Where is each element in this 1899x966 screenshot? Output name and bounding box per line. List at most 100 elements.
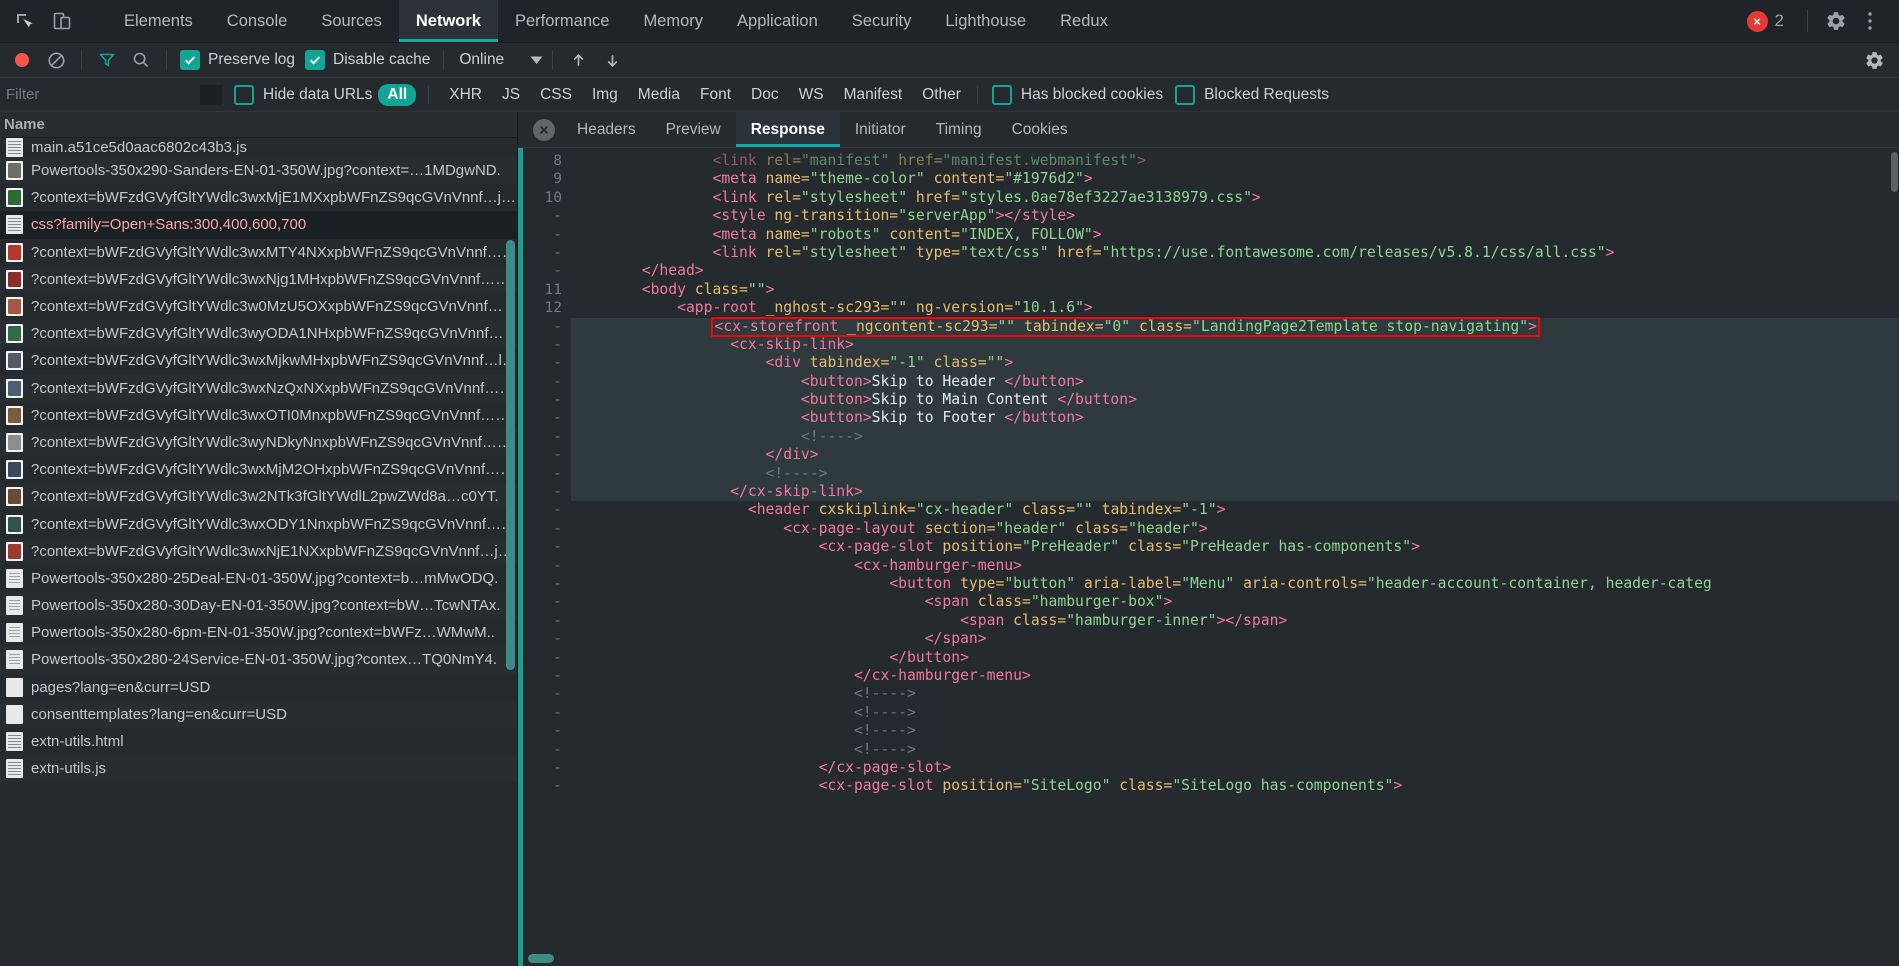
tab-elements[interactable]: Elements [107,0,210,42]
tab-network[interactable]: Network [398,0,499,42]
code-line[interactable]: <span class="hamburger-box"> [571,593,1899,611]
preserve-log-checkbox[interactable]: Preserve log [176,50,299,70]
network-settings-gear-icon[interactable] [1859,45,1889,75]
filter-type-js[interactable]: JS [494,84,528,106]
clear-button[interactable] [40,45,72,75]
filter-type-ws[interactable]: WS [791,84,832,106]
hide-data-urls-checkbox[interactable]: Hide data URLs [228,84,378,105]
response-source-code[interactable]: <link rel="manifest" href="manifest.webm… [571,148,1899,966]
request-row[interactable]: ?context=bWFzdGVyfGltYWdlc3wxNzQxNXxpbWF… [0,374,517,402]
close-detail-button[interactable] [526,112,562,147]
disable-cache-checkbox[interactable]: Disable cache [301,50,434,70]
code-line[interactable]: <meta name="robots" content="INDEX, FOLL… [571,226,1899,244]
request-row[interactable]: ?context=bWFzdGVyfGltYWdlc3wxNjE1NXxpbWF… [0,537,517,565]
code-line[interactable]: <link rel="manifest" href="manifest.webm… [571,152,1899,170]
code-line[interactable]: <cx-skip-link> [571,335,1899,355]
detail-tab-initiator[interactable]: Initiator [840,112,921,147]
request-row[interactable]: ?context=bWFzdGVyfGltYWdlc3w0MzU5OXxpbWF… [0,292,517,321]
code-line[interactable]: <meta name="theme-color" content="#1976d… [571,170,1899,188]
code-line[interactable]: <cx-page-layout section="header" class="… [571,520,1899,538]
request-row[interactable]: Powertools-350x280-24Service-EN-01-350W.… [0,646,517,674]
export-har-icon[interactable] [596,45,628,75]
code-line[interactable]: <app-root _nghost-sc293="" ng-version="1… [571,299,1899,317]
filter-type-all[interactable]: All [378,83,417,106]
request-row[interactable]: main.a51ce5d0aac6802c43b3.js [0,138,517,157]
detail-tab-headers[interactable]: Headers [562,112,651,147]
request-row[interactable]: Powertools-350x290-Sanders-EN-01-350W.jp… [0,157,517,185]
code-line[interactable]: <!----> [571,427,1899,447]
request-row[interactable]: Powertools-350x280-6pm-EN-01-350W.jpg?co… [0,619,517,647]
tab-console[interactable]: Console [210,0,305,42]
code-line[interactable]: </head> [571,262,1899,280]
detail-tab-timing[interactable]: Timing [921,112,997,147]
code-line[interactable]: <cx-storefront _ngcontent-sc293="" tabin… [571,316,1899,337]
code-line[interactable]: <style ng-transition="serverApp"></style… [571,207,1899,225]
tab-performance[interactable]: Performance [498,0,626,42]
tab-memory[interactable]: Memory [626,0,720,42]
code-line[interactable]: <!----> [571,704,1899,722]
code-line[interactable]: </cx-page-slot> [571,759,1899,777]
request-row[interactable]: ?context=bWFzdGVyfGltYWdlc3wxMjE1MXxpbWF… [0,184,517,212]
filter-input[interactable] [0,77,196,112]
request-row[interactable]: ?context=bWFzdGVyfGltYWdlc3wxODY1NnxpbWF… [0,510,517,538]
code-horizontal-scrollbar[interactable] [528,954,554,963]
request-row[interactable]: ?context=bWFzdGVyfGltYWdlc3w2NTk3fGltYWd… [0,483,517,511]
code-line[interactable]: <!----> [571,741,1899,759]
filter-type-css[interactable]: CSS [532,84,580,106]
detail-tab-preview[interactable]: Preview [651,112,736,147]
more-options-icon[interactable] [1855,6,1885,36]
tab-lighthouse[interactable]: Lighthouse [928,0,1043,42]
request-row[interactable]: ?context=bWFzdGVyfGltYWdlc3wyODA1NHxpbWF… [0,320,517,348]
gear-icon[interactable] [1821,6,1851,36]
code-line[interactable]: <link rel="stylesheet" type="text/css" h… [571,244,1899,262]
code-line[interactable]: <button>Skip to Header </button> [571,372,1899,392]
code-line[interactable]: <!----> [571,685,1899,703]
throttling-select[interactable]: Online [453,51,543,69]
request-row[interactable]: pages?lang=en&curr=USD [0,673,517,701]
request-row[interactable]: css?family=Open+Sans:300,400,600,700 [0,211,517,239]
blocked-requests-checkbox[interactable]: Blocked Requests [1169,84,1335,105]
code-line[interactable]: <link rel="stylesheet" href="styles.0ae7… [571,189,1899,207]
code-line[interactable]: </cx-hamburger-menu> [571,667,1899,685]
error-count-badge[interactable]: × 2 [1737,10,1794,32]
filter-type-xhr[interactable]: XHR [441,84,490,106]
has-blocked-cookies-checkbox[interactable]: Has blocked cookies [986,84,1169,105]
code-line[interactable]: <div tabindex="-1" class=""> [571,354,1899,373]
request-row[interactable]: ?context=bWFzdGVyfGltYWdlc3wxOTI0MnxpbWF… [0,401,517,429]
code-vertical-scrollbar[interactable] [1891,152,1898,192]
code-line[interactable]: </button> [571,649,1899,667]
code-line[interactable]: <cx-page-slot position="SiteLogo" class=… [571,777,1899,795]
device-toolbar-icon[interactable] [48,7,76,35]
tab-security[interactable]: Security [835,0,929,42]
detail-tab-cookies[interactable]: Cookies [997,112,1083,147]
inspect-element-icon[interactable] [10,7,38,35]
code-line[interactable]: </cx-skip-link> [571,483,1899,502]
search-icon[interactable] [125,45,157,75]
request-row[interactable]: ?context=bWFzdGVyfGltYWdlc3wxMjkwMHxpbWF… [0,347,517,375]
request-row[interactable]: ?context=bWFzdGVyfGltYWdlc3wxMTY4NXxpbWF… [0,238,517,266]
import-har-icon[interactable] [562,45,594,75]
response-code-viewer[interactable]: 8 9 10- - - -11 12- - - - - - - - - - - - - - - - - - - - - - - - - - <… [518,148,1899,966]
record-button[interactable] [6,45,38,75]
code-line[interactable]: <header cxskiplink="cx-header" class="" … [571,501,1899,519]
code-line[interactable]: <button type="button" aria-label="Menu" … [571,575,1899,593]
filter-type-img[interactable]: Img [584,84,626,106]
request-row[interactable]: Powertools-350x280-30Day-EN-01-350W.jpg?… [0,592,517,620]
request-rows[interactable]: main.a51ce5d0aac6802c43b3.js Powertools-3… [0,138,517,966]
filter-type-doc[interactable]: Doc [743,84,787,106]
filter-type-manifest[interactable]: Manifest [836,84,911,106]
tab-application[interactable]: Application [720,0,835,42]
filter-icon[interactable] [91,45,123,75]
request-list-header[interactable]: Name [0,112,517,138]
request-list-scrollbar[interactable] [506,240,515,670]
request-row[interactable]: extn-utils.html [0,727,517,756]
code-line[interactable]: <!----> [571,464,1899,484]
code-line[interactable]: <cx-hamburger-menu> [571,557,1899,575]
request-row[interactable]: consenttemplates?lang=en&curr=USD [0,700,517,728]
request-row[interactable]: ?context=bWFzdGVyfGltYWdlc3wxNjg1MHxpbWF… [0,265,517,293]
code-line[interactable]: <cx-page-slot position="PreHeader" class… [571,538,1899,556]
code-line[interactable]: <button>Skip to Main Content </button> [571,391,1899,410]
filter-type-other[interactable]: Other [914,84,969,106]
request-row[interactable]: ?context=bWFzdGVyfGltYWdlc3wxMjM2OHxpbWF… [0,456,517,484]
filter-type-media[interactable]: Media [630,84,688,106]
